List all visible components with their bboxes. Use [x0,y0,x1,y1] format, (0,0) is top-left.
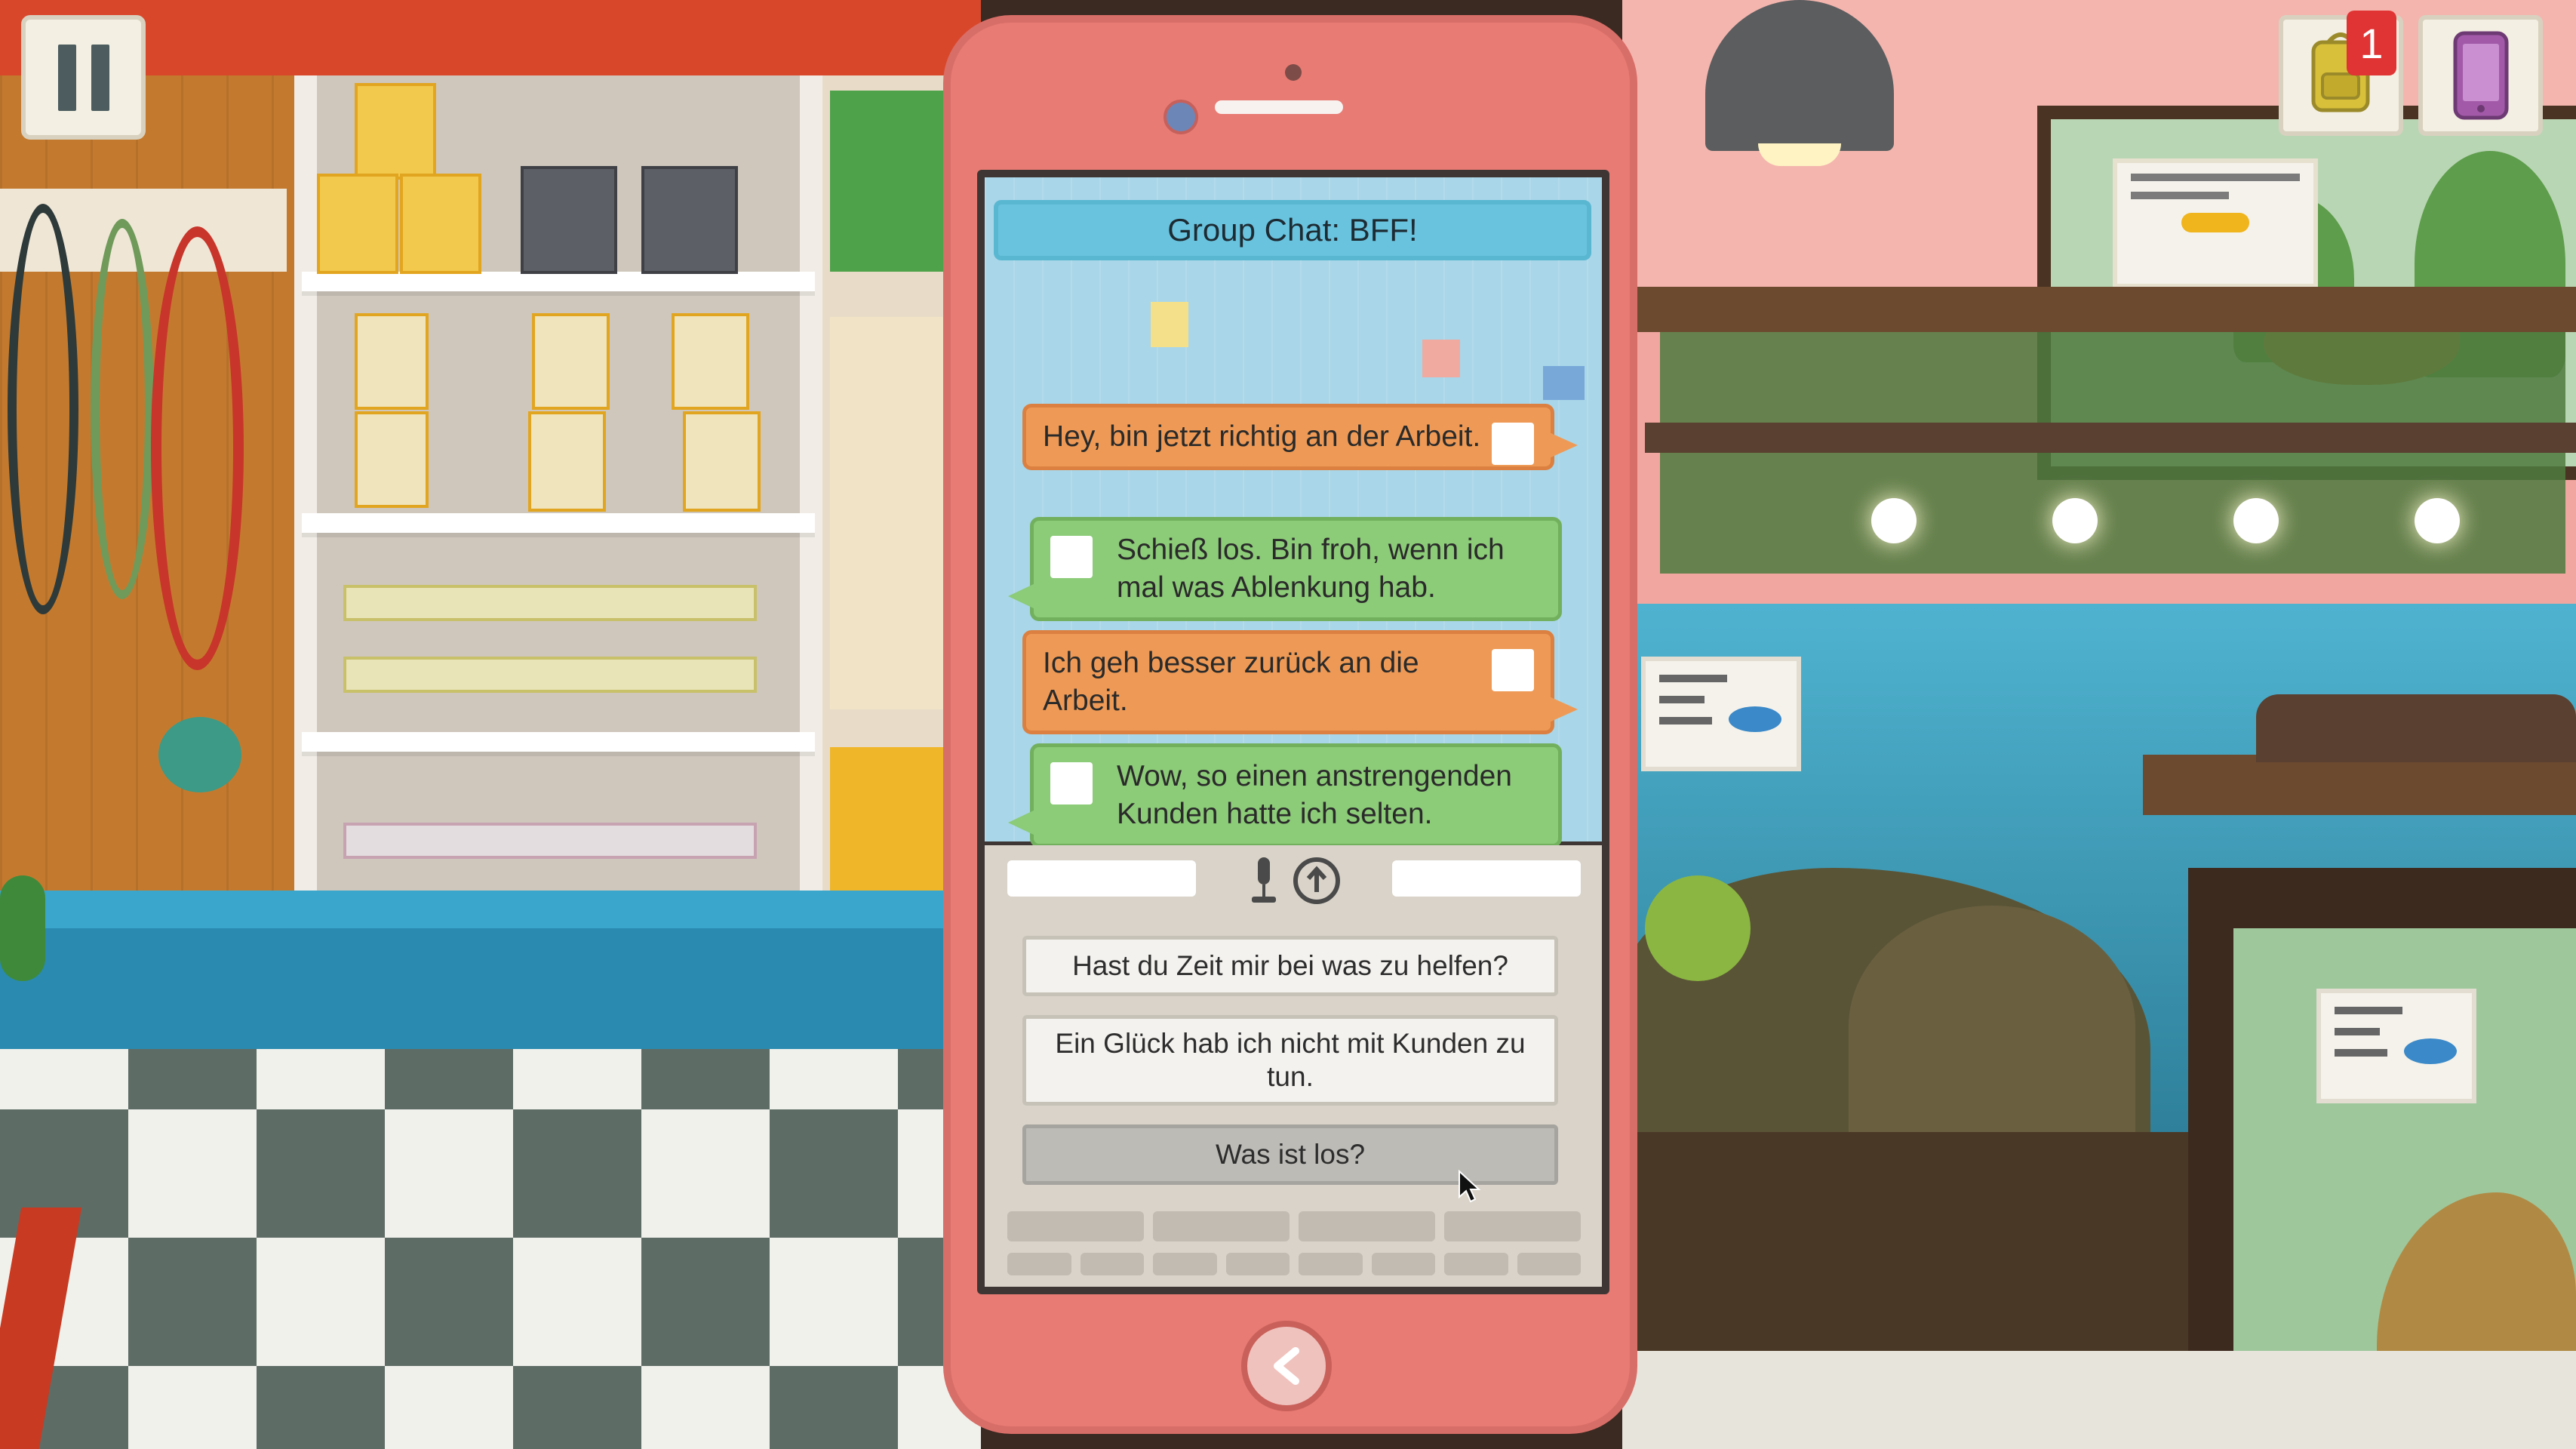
floor-right [1622,1351,2576,1449]
phone-speaker [1215,100,1343,114]
keyboard-key [1299,1211,1435,1241]
keyboard-key [1007,1253,1071,1275]
red-awning [0,0,981,75]
shelf-plank [302,513,815,533]
lizard-icon [2181,213,2249,232]
green-collar [158,717,241,792]
coral [1645,875,1751,981]
aquarium-base [1622,1132,2196,1358]
avatar [1492,649,1534,691]
mouse-cursor-icon [1459,1170,1480,1203]
aquarium-bulb [2052,498,2098,543]
avatar [1492,423,1534,465]
fish-icon [2404,1038,2457,1064]
reply-tab-right [1392,860,1581,897]
keyboard-key [1007,1211,1144,1241]
message-text: Wow, so einen anstrengenden Kunden hatte… [1117,760,1512,830]
checkered-floor [0,981,981,1449]
phone-front-sensor [1285,64,1302,81]
seed-products [830,317,943,709]
tank-stand [2143,755,2576,815]
aquarium-rock [1849,906,2135,1147]
keyboard-key [1153,1253,1217,1275]
bulb-box [355,313,429,410]
chat-message: Ich geh besser zurück an die Arbeit. [1022,630,1578,734]
message-text: Hey, bin jetzt richtig an der Arbeit. [1043,420,1481,453]
bulb-box [683,411,761,512]
aquarium-bulb [2415,498,2460,543]
back-button[interactable] [1241,1321,1332,1411]
bulb-box [528,411,606,512]
product-box [355,83,436,180]
lamp-tube [343,657,757,693]
chat-message: Wow, so einen anstrengenden Kunden hatte… [1008,743,1562,848]
counter [0,928,943,1049]
keyboard-key [1153,1211,1290,1241]
lamp-tube [343,585,757,621]
reply-option[interactable]: Ein Glück hab ich nicht mit Kunden zu tu… [1022,1015,1558,1106]
chat-message: Schieß los. Bin froh, wenn ich mal was A… [1008,517,1562,621]
message-text: Ich geh besser zurück an die Arbeit. [1043,647,1419,717]
message-text: Schieß los. Bin froh, wenn ich mal was A… [1117,534,1505,604]
keyboard-row [1007,1253,1581,1275]
reply-panel: Hast du Zeit mir bei was zu helfen? Ein … [985,845,1602,1287]
microphone-icon [1252,857,1276,903]
bulb-box [532,313,610,410]
reply-option-text: Hast du Zeit mir bei was zu helfen? [1072,950,1508,981]
reply-option[interactable]: Hast du Zeit mir bei was zu helfen? [1022,936,1558,996]
bulb-box [355,411,429,508]
shelf-plank [302,272,815,291]
phone-screen: Group Chat: BFF! Hey, bin jetzt richtig … [977,170,1609,1294]
avatar [1050,762,1093,804]
keyboard-key [1371,1253,1435,1275]
product-box [317,174,398,274]
notification-badge: 1 [2347,11,2396,75]
product-box [641,166,738,274]
product-box [400,174,481,274]
keyboard-key [1444,1211,1581,1241]
fish-label [2316,989,2476,1103]
bulb-box [672,313,749,410]
keyboard-key [1517,1253,1581,1275]
tank-lid [2256,694,2576,762]
lamp-tube [343,823,757,859]
upload-icon[interactable] [1290,854,1343,907]
shelf-plank [302,732,815,752]
terrarium-label [2113,158,2318,288]
green-products [830,91,943,272]
fish-icon [1729,706,1781,732]
keyboard-row [1007,1211,1581,1241]
keyboard-key [1299,1253,1363,1275]
fish-label [1641,657,1801,771]
phone-camera [1164,100,1198,134]
leash-green [91,219,154,599]
reply-option-text: Was ist los? [1215,1139,1366,1170]
keyboard-key [1080,1253,1144,1275]
aquarium-rail [1645,423,2576,453]
phone-device: Group Chat: BFF! Hey, bin jetzt richtig … [943,15,1637,1434]
keyboard-key [1444,1253,1508,1275]
chevron-left-icon [1274,1347,1299,1385]
reply-option-text: Ein Glück hab ich nicht mit Kunden zu tu… [1055,1028,1526,1092]
chat-title: Group Chat: BFF! [994,200,1591,260]
pause-icon [51,44,117,111]
avatar [1050,536,1093,578]
lamp-light [1758,143,1841,166]
leash-red [151,226,244,670]
chat-message: Hey, bin jetzt richtig an der Arbeit. [1022,404,1578,470]
pause-button[interactable] [21,15,146,140]
phone-button[interactable] [2418,15,2543,136]
reply-tab-left [1007,860,1196,897]
plant [0,875,45,981]
chat-area: Group Chat: BFF! Hey, bin jetzt richtig … [985,177,1602,848]
leash-black [8,204,78,614]
keyboard-key [1225,1253,1290,1275]
product-box [521,166,617,274]
aquarium-bulb [1871,498,1917,543]
aquarium-bulb [2233,498,2279,543]
aquarium-lid [1622,287,2576,332]
phone-icon [2453,31,2508,120]
